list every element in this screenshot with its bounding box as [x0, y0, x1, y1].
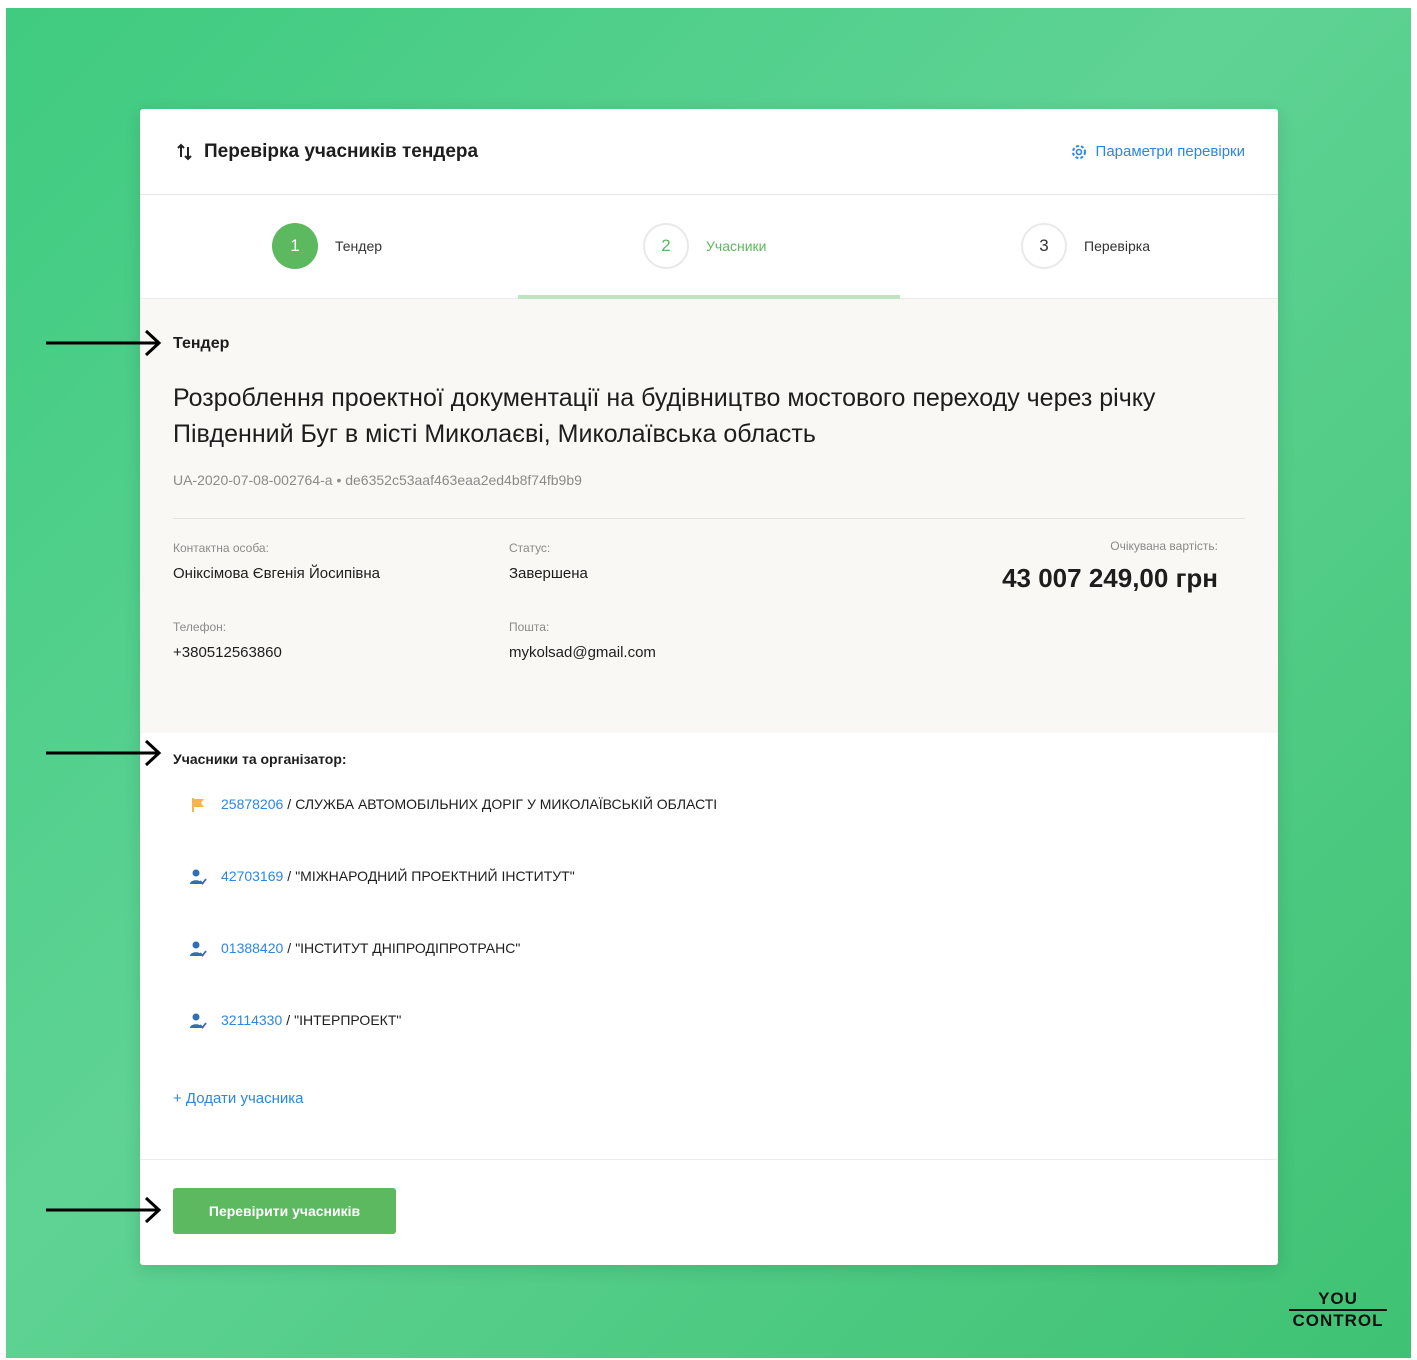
contact-label: Контактна особа: — [173, 541, 269, 555]
participant-code-link[interactable]: 32114330 — [221, 1012, 282, 1028]
tender-section: Тендер Розроблення проектної документаці… — [140, 299, 1278, 733]
flag-icon — [192, 798, 204, 812]
phone-label: Телефон: — [173, 620, 227, 634]
status-label: Статус: — [509, 541, 551, 555]
arrow-right-icon — [46, 739, 162, 767]
separator: / — [286, 1012, 291, 1028]
check-participants-button[interactable]: Перевірити учасників — [173, 1188, 396, 1234]
price-info: Очікувана вартість: 43 007 249,00 грн — [1002, 539, 1218, 594]
settings-label: Параметри перевірки — [1095, 143, 1245, 160]
tender-id: UA-2020-07-08-002764-a • de6352c53aaf463… — [173, 472, 582, 488]
participant-code-link[interactable]: 01388420 — [221, 940, 283, 956]
step-participants[interactable]: 2 Учасники — [643, 223, 766, 269]
phone-info: Телефон: +380512563860 — [173, 620, 282, 661]
contact-info: Контактна особа: Оніксімова Євгенія Йоси… — [173, 541, 380, 582]
price-value: 43 007 249,00 грн — [1002, 563, 1218, 593]
settings-link[interactable]: Параметри перевірки — [1070, 143, 1245, 161]
step-check[interactable]: 3 Перевірка — [1021, 223, 1150, 269]
separator: / — [287, 796, 292, 812]
participant-code-link[interactable]: 25878206 — [221, 796, 283, 812]
tender-name: Розроблення проектної документації на бу… — [173, 384, 1156, 448]
stepper: 1 Тендер 2 Учасники 3 Перевірка — [140, 195, 1278, 299]
participant-name: "МІЖНАРОДНИЙ ПРОЕКТНИЙ ІНСТИТУТ" — [295, 868, 575, 884]
step-number: 2 — [643, 223, 689, 269]
separator: / — [287, 868, 292, 884]
user-check-icon — [190, 1013, 207, 1029]
list-item: 32114330 / "ІНТЕРПРОЕКТ" — [173, 996, 1245, 1068]
card-header: Перевірка учасників тендера Параметри пе… — [140, 109, 1278, 195]
tender-info: Контактна особа: Оніксімова Євгенія Йоси… — [173, 519, 1245, 679]
youcontrol-logo: YOU CONTROL — [1289, 1290, 1387, 1332]
header-left: Перевірка учасників тендера — [176, 141, 478, 163]
separator: / — [287, 940, 292, 956]
status-value: Завершена — [509, 565, 588, 582]
list-item: 01388420 / "ІНСТИТУТ ДНІПРОДІПРОТРАНС" — [173, 924, 1245, 996]
participant-name: "ІНТЕРПРОЕКТ" — [294, 1012, 402, 1028]
step-number: 1 — [272, 223, 318, 269]
tender-section-title: Тендер — [173, 335, 230, 352]
list-item: 42703169 / "МІЖНАРОДНИЙ ПРОЕКТНИЙ ІНСТИТ… — [173, 852, 1245, 924]
gear-icon — [1071, 144, 1086, 159]
add-participant-link[interactable]: + Додати учасника — [173, 1090, 304, 1107]
status-info: Статус: Завершена — [509, 541, 588, 582]
step-label: Перевірка — [1084, 238, 1150, 254]
participant-code-link[interactable]: 42703169 — [221, 868, 283, 884]
active-step-underline — [518, 295, 900, 299]
participants-section-title: Учасники та організатор: — [173, 751, 347, 767]
step-label: Тендер — [335, 238, 383, 254]
contact-value: Оніксімова Євгенія Йосипівна — [173, 565, 381, 582]
step-tender[interactable]: 1 Тендер — [272, 223, 382, 269]
participant-name: "ІНСТИТУТ ДНІПРОДІПРОТРАНС" — [295, 940, 521, 956]
arrow-right-icon — [46, 329, 162, 357]
logo-line1: YOU — [1318, 1289, 1358, 1308]
step-number: 3 — [1021, 223, 1067, 269]
participants-list: 25878206 / СЛУЖБА АВТОМОБІЛЬНИХ ДОРІГ У … — [173, 780, 1245, 1068]
email-value: mykolsad@gmail.com — [509, 644, 656, 661]
price-label: Очікувана вартість: — [1110, 539, 1218, 553]
card-footer: Перевірити учасників — [140, 1160, 1278, 1262]
tender-check-card: Перевірка учасників тендера Параметри пе… — [140, 109, 1278, 1265]
list-item: 25878206 / СЛУЖБА АВТОМОБІЛЬНИХ ДОРІГ У … — [173, 780, 1245, 852]
sort-icon — [177, 143, 192, 160]
phone-value: +380512563860 — [173, 644, 282, 661]
email-label: Пошта: — [509, 620, 550, 634]
arrow-right-icon — [46, 1196, 162, 1224]
user-check-icon — [190, 869, 207, 885]
step-label: Учасники — [706, 238, 767, 254]
participants-section: Учасники та організатор: 25878206 / СЛУЖ… — [140, 733, 1278, 1160]
email-info: Пошта: mykolsad@gmail.com — [509, 620, 656, 661]
user-check-icon — [190, 941, 207, 957]
participant-name: СЛУЖБА АВТОМОБІЛЬНИХ ДОРІГ У МИКОЛАЇВСЬК… — [295, 796, 718, 812]
logo-line2: CONTROL — [1292, 1311, 1384, 1330]
page-title: Перевірка учасників тендера — [204, 140, 479, 162]
